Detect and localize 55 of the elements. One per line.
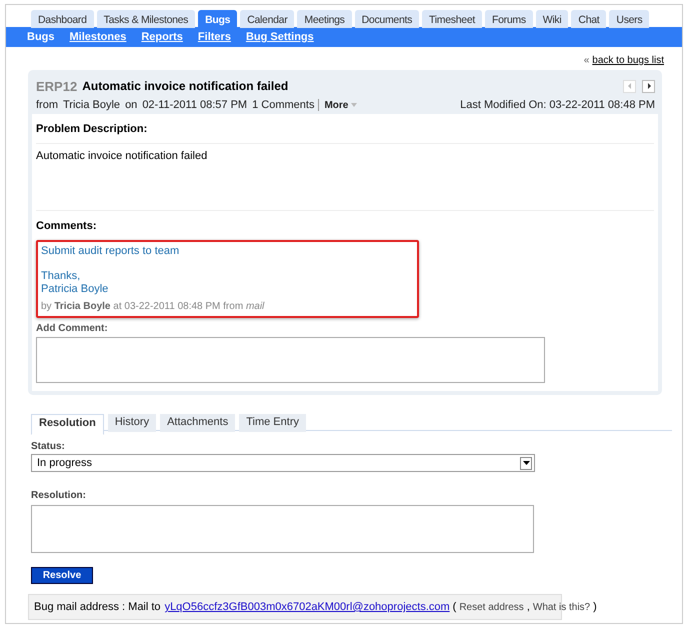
detail-tab[interactable]: Time Entry [239, 414, 306, 432]
previous-icon[interactable] [623, 80, 636, 92]
caret-icon [351, 103, 358, 107]
comment-line: Patricia Boyle [41, 283, 110, 296]
next-icon[interactable] [642, 80, 655, 92]
detail-tab[interactable]: Attachments [160, 414, 236, 432]
back-mark: « [584, 55, 590, 66]
mail-address-link[interactable]: yLqO56ccfz3GfB003m0x6702aKM00rl@zohoprojects.com [164, 601, 450, 613]
sub-tab[interactable]: Reports [141, 31, 183, 43]
sub-tab[interactable]: Milestones [70, 31, 126, 43]
resolution-field[interactable] [31, 505, 534, 553]
comment-line: Thanks, [41, 270, 82, 283]
comment-line: Submit audit reports to team [41, 245, 180, 258]
from-label: from [36, 99, 58, 111]
bug-id: ERP12 [36, 78, 78, 94]
status-dropdown[interactable]: In progress [31, 454, 535, 472]
close-paren: ) [593, 601, 597, 613]
more-menu[interactable]: More [324, 100, 348, 110]
section-heading: Problem Description: [36, 114, 654, 144]
nav-tab[interactable]: Calendar [240, 10, 294, 28]
sub-tab[interactable]: Bug Settings [246, 31, 314, 43]
description-text: Automatic invoice notification failed [36, 150, 654, 211]
last-modified: Last Modified On: 03-22-2011 08:48 PM [460, 99, 655, 111]
resolve-button[interactable]: Resolve [31, 567, 93, 584]
nav-tab[interactable]: Users [609, 10, 650, 28]
nav-tab[interactable]: Dashboard [31, 10, 94, 28]
mail-label: Bug mail address : Mail to [34, 601, 161, 613]
nav-tab[interactable]: Forums [484, 10, 533, 28]
comment-field[interactable] [36, 337, 545, 383]
resolution-label: Resolution: [31, 490, 87, 501]
nav-tab[interactable]: Bugs [198, 10, 238, 29]
add-comment-label: Add Comment: [36, 323, 109, 334]
created-date: 02-11-2011 08:57 PM [142, 99, 248, 111]
detail-tab[interactable]: Resolution [31, 414, 104, 435]
nav-tab[interactable]: Meetings [297, 10, 352, 28]
section-heading: Comments: [36, 219, 98, 234]
nav-tab[interactable]: Wiki [536, 10, 568, 28]
reset-address-link[interactable]: Reset address [459, 602, 524, 612]
comments-count[interactable]: 1 Comments [252, 99, 320, 111]
status-label: Status: [31, 441, 66, 452]
detail-tab[interactable]: History [108, 414, 156, 432]
nav-tab[interactable]: Documents [354, 10, 420, 28]
sub-tab[interactable]: Bugs [27, 31, 54, 43]
open-paren: ( [452, 601, 456, 613]
on-label: on [125, 99, 138, 111]
reporter-name: Tricia Boyle [63, 99, 120, 111]
comment-meta: by Tricia Boyle at 03-22-2011 08:48 PM from mail [41, 301, 266, 312]
nav-tab[interactable]: Timesheet [422, 10, 482, 28]
help-link[interactable]: What is this? [532, 602, 590, 612]
sub-tab[interactable]: Filters [198, 31, 231, 43]
nav-tab[interactable]: Chat [571, 10, 606, 28]
back-link[interactable]: back to bugs list [592, 55, 664, 66]
nav-tab[interactable]: Tasks & Milestones [96, 10, 196, 28]
separator: , [526, 601, 530, 613]
bug-title: Automatic invoice notification failed [82, 79, 290, 93]
